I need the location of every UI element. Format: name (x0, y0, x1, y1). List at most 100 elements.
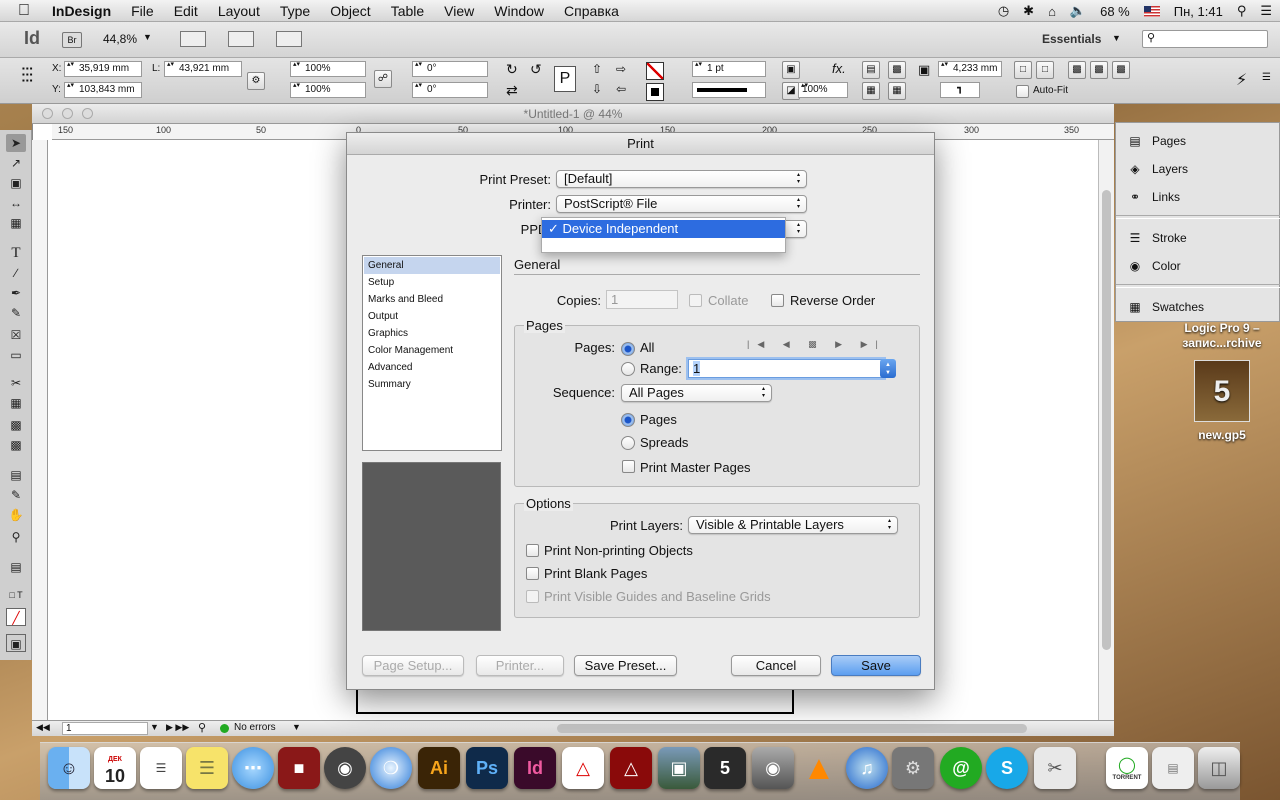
align-icon[interactable]: ▦ (862, 82, 880, 100)
first-page-icon[interactable]: ◀◀ (36, 722, 50, 733)
content-collector-icon[interactable]: ▦ (6, 214, 26, 232)
distribute-icon[interactable]: ▦ (888, 82, 906, 100)
rectangle-tool-icon[interactable]: ▭ (6, 346, 26, 364)
photo-booth-icon[interactable]: ■ (278, 747, 320, 789)
category-setup[interactable]: Setup (364, 274, 500, 291)
effects-icon[interactable]: fx. (832, 61, 846, 76)
gap-tool-icon[interactable]: ↔ (6, 194, 26, 212)
page-setup-button[interactable]: Page Setup... (362, 655, 464, 676)
pages-all-radio[interactable] (621, 342, 635, 356)
view-options-icon[interactable] (180, 31, 206, 47)
hand-tool-icon[interactable]: ✋ (6, 506, 26, 524)
page-tool-icon[interactable]: ▣ (6, 174, 26, 192)
menu-help[interactable]: Справка (554, 3, 629, 19)
type-tool-icon[interactable]: T (6, 244, 26, 262)
wifi-icon[interactable]: ⌂ (1048, 4, 1056, 19)
indesign-icon[interactable]: Id (514, 747, 556, 789)
direct-selection-tool-icon[interactable]: ↗ (6, 154, 26, 172)
preview-file-icon[interactable]: ▤ (1152, 747, 1194, 789)
category-summary[interactable]: Summary (364, 376, 500, 393)
links-panel-tab[interactable]: ⚭ Links (1126, 185, 1180, 209)
rotation-field[interactable]: 0° (412, 61, 488, 77)
workspace-chevron-icon[interactable]: ▼ (1112, 33, 1121, 43)
opacity-field[interactable]: 100% (798, 82, 848, 98)
stickies-icon[interactable]: ☰ (186, 747, 228, 789)
swatches-panel-tab[interactable]: ▦ Swatches (1126, 295, 1204, 319)
finder-icon[interactable]: ☺ (48, 747, 90, 789)
spotlight-icon[interactable]: ⚲ (1237, 3, 1247, 19)
category-general[interactable]: General (364, 257, 500, 274)
vlc-icon[interactable]: ▲ (798, 747, 840, 789)
vertical-scrollbar[interactable] (1098, 140, 1114, 720)
guitar-pro-icon[interactable]: 5 (704, 747, 746, 789)
layers-panel-tab[interactable]: ◈ Layers (1126, 157, 1188, 181)
collate-checkbox[interactable] (689, 294, 702, 307)
facetime-icon[interactable]: ◉ (324, 747, 366, 789)
note-tool-icon[interactable]: ▤ (6, 466, 26, 484)
category-marks-bleed[interactable]: Marks and Bleed (364, 291, 500, 308)
drop-shadow-icon[interactable]: ▣ (782, 61, 800, 79)
save-preset-button[interactable]: Save Preset... (574, 655, 677, 676)
cancel-button[interactable]: Cancel (731, 655, 821, 676)
disk-utility-icon[interactable]: ◉ (752, 747, 794, 789)
print-layers-select[interactable]: Visible & Printable Layers (688, 516, 898, 534)
at-sign-app-icon[interactable]: @ (940, 747, 982, 789)
select-previous-icon[interactable]: ⇦ (616, 82, 626, 96)
autofit-checkbox[interactable] (1016, 85, 1029, 98)
calendar-icon[interactable]: ДЕК 10 (94, 747, 136, 789)
range-stepper-icon[interactable]: ▲ ▼ (880, 359, 896, 378)
rectangle-frame-tool-icon[interactable]: ☒ (6, 326, 26, 344)
system-preferences-icon[interactable]: ⚙ (892, 747, 934, 789)
flip-icon[interactable]: ⇄ (506, 82, 518, 99)
corner-icon[interactable]: ▣ (918, 62, 930, 78)
screen-mode-icon[interactable] (228, 31, 254, 47)
category-advanced[interactable]: Advanced (364, 359, 500, 376)
width-field[interactable]: 43,921 mm (164, 61, 242, 77)
menu-object[interactable]: Object (320, 3, 380, 19)
select-content-icon[interactable]: ⇩ (592, 82, 602, 96)
zoom-level[interactable]: 44,8% (103, 32, 137, 46)
close-window-icon[interactable] (42, 108, 53, 119)
print-blank-pages-checkbox[interactable] (526, 567, 539, 580)
sequence-select[interactable]: All Pages (621, 384, 772, 402)
menu-edit[interactable]: Edit (164, 3, 208, 19)
pages-range-radio[interactable] (621, 362, 635, 376)
select-container-icon[interactable]: ⇧ (592, 62, 602, 76)
torrent-file-icon[interactable]: ◯ TORRENT (1106, 747, 1148, 789)
center-content-icon[interactable]: ▩ (1112, 61, 1130, 79)
x-position-field[interactable]: 35,919 mm (64, 61, 142, 77)
help-search-input[interactable]: ⚲ (1142, 30, 1268, 48)
frame-fitting-icon[interactable]: ▩ (888, 61, 906, 79)
volume-icon[interactable]: 🔈 (1070, 3, 1086, 19)
notifications-icon[interactable]: ☰ (1260, 3, 1272, 19)
scale-x-field[interactable]: 100% (290, 61, 366, 77)
horizontal-scrollbar[interactable] (557, 724, 1027, 733)
category-output[interactable]: Output (364, 308, 500, 325)
screen-mode-tool-icon[interactable]: ▣ (6, 634, 26, 652)
lightning-icon[interactable]: ⚡ (1236, 70, 1247, 90)
preflight-icon[interactable]: ⚲ (198, 721, 206, 734)
fit-content-frame-icon[interactable]: □ (1014, 61, 1032, 79)
corner-shape-dropdown[interactable]: ┓ (940, 82, 980, 98)
printer-button[interactable]: Printer... (476, 655, 564, 676)
clock[interactable]: Пн, 1:41 (1174, 4, 1223, 19)
selection-tool-icon[interactable]: ➤ (6, 134, 26, 152)
bridge-button[interactable]: Br (62, 32, 82, 48)
preflight-status[interactable]: No errors (234, 722, 276, 733)
desktop-item-logic-archive[interactable]: Logic Pro 9 – запис...rchive (1170, 321, 1274, 351)
apply-none-icon[interactable]: ╱ (6, 608, 26, 626)
save-button[interactable]: Save (831, 655, 921, 676)
skype-icon[interactable]: S (986, 747, 1028, 789)
print-master-pages-checkbox[interactable] (622, 460, 635, 473)
acrobat-icon[interactable]: △ (562, 747, 604, 789)
select-next-icon[interactable]: ⇨ (616, 62, 626, 76)
fit-proportional-icon[interactable]: ▩ (1090, 61, 1108, 79)
constrain-proportions-icon[interactable]: ☍ (374, 70, 392, 88)
text-wrap-icon[interactable]: ▤ (862, 61, 880, 79)
panel-menu-icon[interactable]: ☰ (1262, 72, 1271, 83)
text-frame-icon[interactable]: P (554, 66, 576, 92)
page-navigation-icons[interactable]: |◀ ◀ ▩ ▶ ▶| (747, 339, 886, 350)
menu-table[interactable]: Table (381, 3, 434, 19)
stroke-weight-field[interactable]: 1 pt (692, 61, 766, 77)
menu-app-name[interactable]: InDesign (42, 3, 121, 19)
